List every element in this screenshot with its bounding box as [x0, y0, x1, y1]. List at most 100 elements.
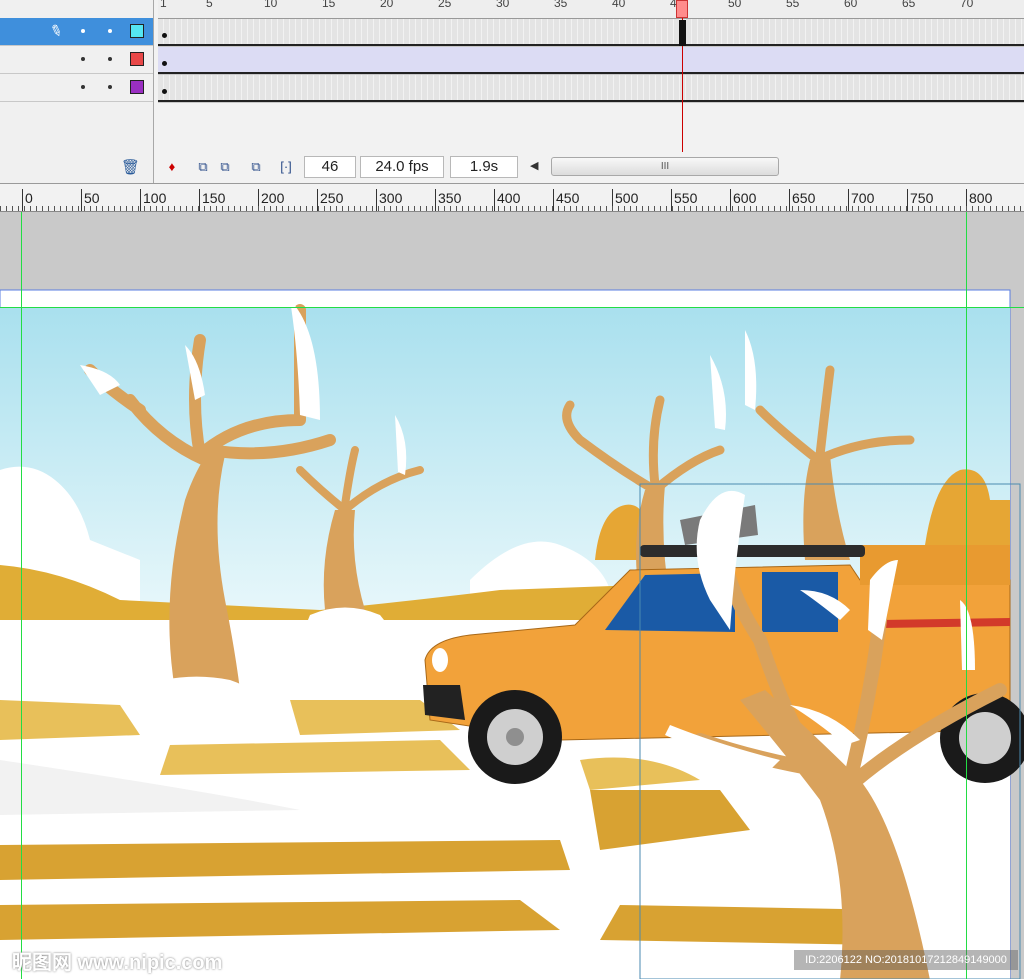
- ruler-minor-tick: [594, 206, 595, 211]
- frames-area[interactable]: 1510152025303540455055606570: [158, 0, 1024, 152]
- ruler-major-tick: [22, 189, 23, 211]
- layer-color-box[interactable]: [130, 52, 144, 66]
- keyframe-dot[interactable]: [162, 89, 167, 94]
- visibility-dot[interactable]: [81, 57, 85, 61]
- ruler-minor-tick: [306, 206, 307, 211]
- lock-dot[interactable]: [108, 29, 112, 33]
- ruler-minor-tick: [246, 206, 247, 211]
- layer-row-2[interactable]: [0, 46, 153, 74]
- visibility-dot[interactable]: [81, 29, 85, 33]
- ruler-minor-tick: [822, 206, 823, 211]
- frame-number-label: 50: [728, 0, 742, 10]
- ruler-minor-tick: [96, 206, 97, 211]
- layer-color-box[interactable]: [130, 24, 144, 38]
- ruler-label: 400: [497, 190, 521, 206]
- ruler-minor-tick: [732, 206, 733, 211]
- guide-line-vertical[interactable]: [21, 212, 22, 979]
- lock-dot[interactable]: [108, 85, 112, 89]
- ruler-minor-tick: [534, 206, 535, 211]
- ruler-minor-tick: [540, 206, 541, 211]
- horizontal-scrollbar[interactable]: III: [551, 157, 779, 176]
- current-frame-field[interactable]: 46: [304, 156, 356, 178]
- keyframe-dot[interactable]: [162, 61, 167, 66]
- ruler-minor-tick: [432, 206, 433, 211]
- watermark-id: ID:2206122 NO:20181017212849149000: [794, 950, 1018, 970]
- ruler-minor-tick: [546, 206, 547, 211]
- ruler-minor-tick: [606, 206, 607, 211]
- ruler-label: 200: [261, 190, 285, 206]
- ruler-minor-tick: [774, 206, 775, 211]
- layer-row-1[interactable]: ✎: [0, 18, 153, 46]
- stage-canvas[interactable]: [0, 212, 1024, 979]
- ruler-minor-tick: [612, 206, 613, 211]
- playhead[interactable]: [676, 0, 688, 18]
- ruler-label: 550: [674, 190, 698, 206]
- ruler-minor-tick: [738, 206, 739, 211]
- ruler-minor-tick: [780, 206, 781, 211]
- frame-row-2[interactable]: [158, 47, 1024, 75]
- ruler-minor-tick: [678, 206, 679, 211]
- ruler-minor-tick: [858, 206, 859, 211]
- ruler-minor-tick: [54, 206, 55, 211]
- guide-line-vertical[interactable]: [966, 212, 967, 979]
- ruler-minor-tick: [750, 206, 751, 211]
- frame-ruler[interactable]: 1510152025303540455055606570: [158, 0, 1024, 19]
- ruler-minor-tick: [654, 206, 655, 211]
- ruler-minor-tick: [636, 206, 637, 211]
- ruler-minor-tick: [912, 206, 913, 211]
- ruler-minor-tick: [510, 206, 511, 211]
- visibility-dot[interactable]: [81, 85, 85, 89]
- frame-rate-field[interactable]: 24.0 fps: [360, 156, 444, 178]
- ruler-minor-tick: [954, 206, 955, 211]
- ruler-minor-tick: [762, 206, 763, 211]
- frame-number-label: 30: [496, 0, 510, 10]
- onion-skin-icon[interactable]: ⧉: [195, 159, 211, 175]
- center-frame-icon[interactable]: ♦: [164, 159, 180, 175]
- layer-row-3[interactable]: [0, 74, 153, 102]
- ruler-major-tick: [199, 189, 200, 211]
- ruler-major-tick: [848, 189, 849, 211]
- ruler-minor-tick: [36, 206, 37, 211]
- trash-icon[interactable]: 🗑: [121, 158, 140, 176]
- ruler-minor-tick: [552, 206, 553, 211]
- onion-markers-icon[interactable]: [·]: [278, 159, 294, 175]
- ruler-minor-tick: [600, 206, 601, 211]
- ruler-minor-tick: [618, 206, 619, 211]
- ruler-minor-tick: [558, 206, 559, 211]
- ruler-minor-tick: [972, 206, 973, 211]
- ruler-minor-tick: [990, 206, 991, 211]
- keyframe-dot[interactable]: [162, 33, 167, 38]
- pencil-icon: ✎: [47, 21, 65, 42]
- guide-line-horizontal[interactable]: [0, 307, 1024, 308]
- ruler-minor-tick: [630, 206, 631, 211]
- ruler-minor-tick: [78, 206, 79, 211]
- ruler-minor-tick: [270, 206, 271, 211]
- frame-number-label: 60: [844, 0, 858, 10]
- ruler-label: 650: [792, 190, 816, 206]
- ruler-minor-tick: [672, 206, 673, 211]
- ruler-minor-tick: [156, 206, 157, 211]
- ruler-label: 300: [379, 190, 403, 206]
- scene-artwork[interactable]: [0, 212, 1024, 979]
- scroll-left-arrow-icon[interactable]: ◀: [530, 159, 538, 172]
- ruler-minor-tick: [330, 206, 331, 211]
- ruler-minor-tick: [186, 206, 187, 211]
- ruler-minor-tick: [804, 206, 805, 211]
- ruler-minor-tick: [966, 206, 967, 211]
- frame-row-1[interactable]: [158, 19, 1024, 47]
- lock-dot[interactable]: [108, 57, 112, 61]
- ruler-minor-tick: [114, 206, 115, 211]
- ruler-minor-tick: [756, 206, 757, 211]
- ruler-minor-tick: [924, 206, 925, 211]
- ruler-major-tick: [81, 189, 82, 211]
- edit-multiple-frames-icon[interactable]: ⧉: [248, 159, 264, 175]
- ruler-minor-tick: [948, 206, 949, 211]
- timeline-panel: ✎ 🗑 1510152025303540455055606570 ♦ ⧉ ⧉ ⧉: [0, 0, 1024, 184]
- ruler-minor-tick: [402, 206, 403, 211]
- ruler-label: 800: [969, 190, 993, 206]
- onion-outlines-icon[interactable]: ⧉: [217, 159, 233, 175]
- frame-number-label: 35: [554, 0, 568, 10]
- frame-row-3[interactable]: [158, 75, 1024, 103]
- layer-color-box[interactable]: [130, 80, 144, 94]
- ruler-minor-tick: [240, 206, 241, 211]
